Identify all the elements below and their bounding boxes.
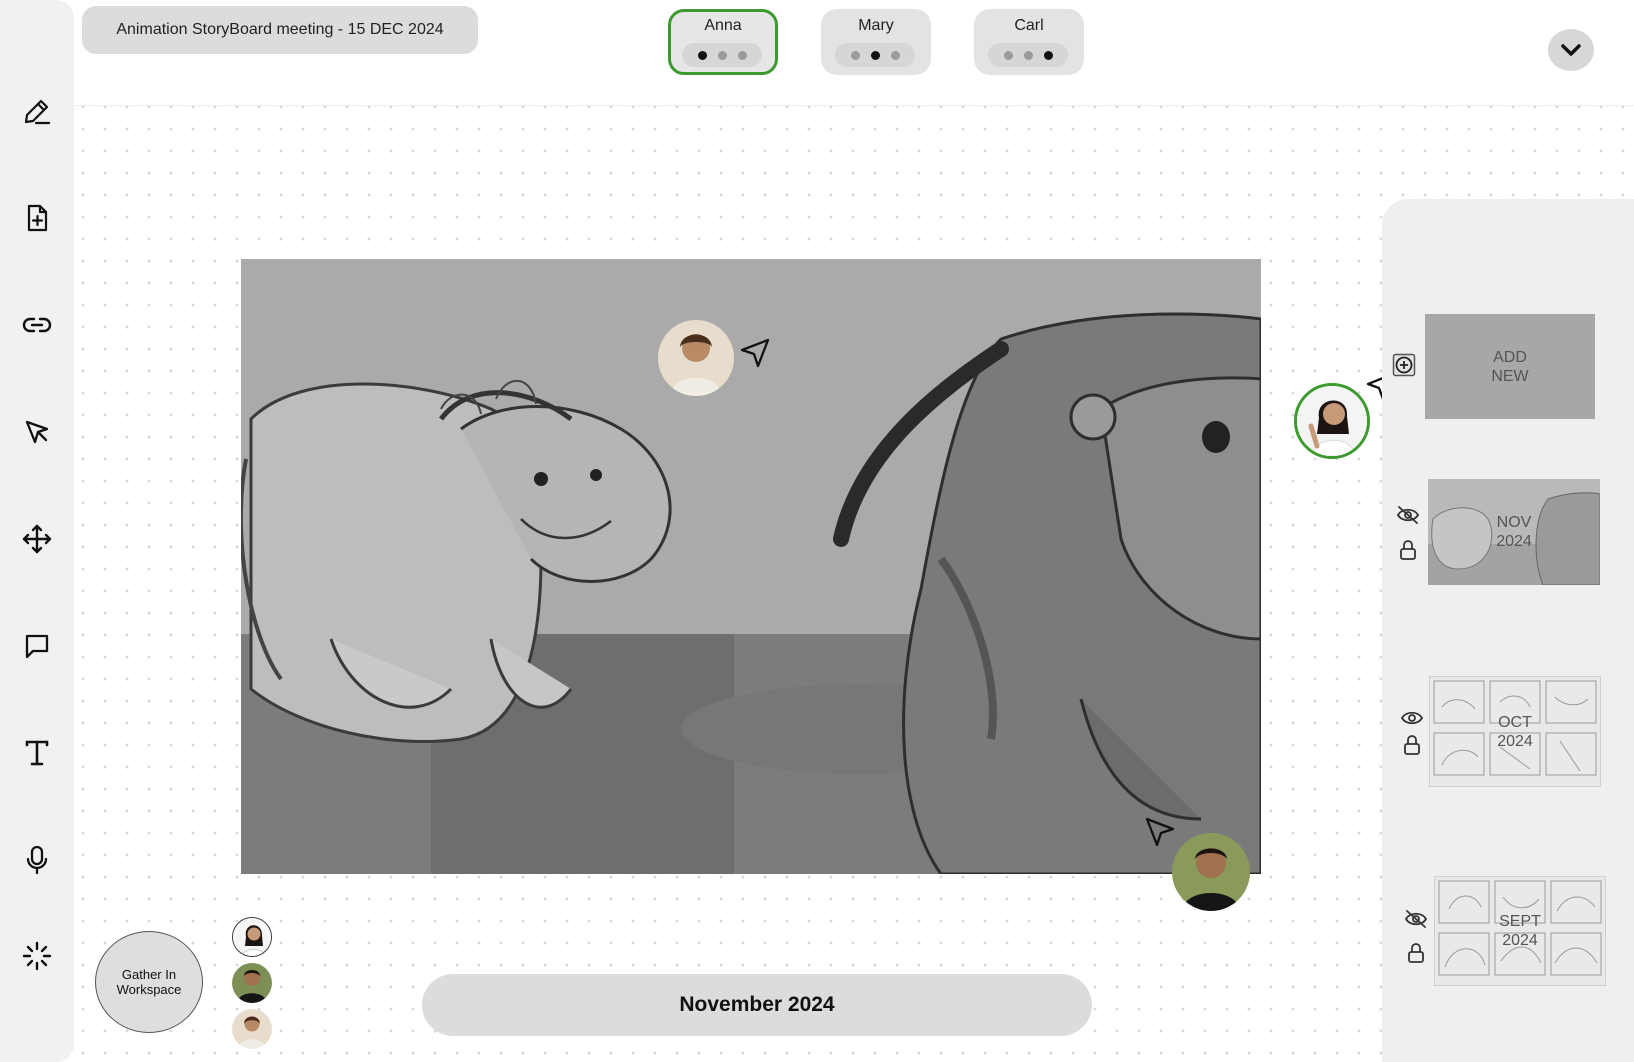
eye-off-icon xyxy=(1404,910,1428,928)
link-tool-button[interactable] xyxy=(17,305,57,345)
link-icon xyxy=(22,317,52,333)
microphone-tool-button[interactable] xyxy=(17,840,57,880)
add-new-board-button[interactable]: ADD NEW xyxy=(1425,314,1595,419)
collaborator-avatar-mary xyxy=(658,320,734,396)
collaborator-avatar-anna xyxy=(1294,383,1370,459)
text-tool-button[interactable] xyxy=(17,733,57,773)
participant-mini-avatar-mary[interactable] xyxy=(232,1009,272,1049)
collaborator-avatar-carl xyxy=(1172,833,1250,911)
pen-icon xyxy=(24,99,51,125)
lock-icon xyxy=(1408,943,1424,963)
participant-anna[interactable]: Anna xyxy=(668,9,778,75)
participant-mini-avatar-anna[interactable] xyxy=(232,917,272,957)
eye-off-icon xyxy=(1396,506,1420,524)
participant-status-dots xyxy=(835,43,915,67)
board-thumb-sept-2024[interactable]: SEPT 2024 xyxy=(1434,876,1606,986)
tool-sidebar xyxy=(0,0,74,1062)
board-thumb-oct-2024[interactable]: OCT 2024 xyxy=(1429,676,1601,787)
lock-toggle[interactable] xyxy=(1399,733,1425,757)
participant-mini-avatar-carl[interactable] xyxy=(232,963,272,1003)
lock-icon xyxy=(1400,540,1416,560)
board-label: SEPT 2024 xyxy=(1499,913,1541,949)
comment-tool-button[interactable] xyxy=(17,626,57,666)
gather-button-label: Gather In Workspace xyxy=(116,967,182,997)
add-new-label: ADD NEW xyxy=(1491,348,1529,385)
lock-icon xyxy=(1404,735,1420,755)
participant-carl[interactable]: Carl xyxy=(974,9,1084,75)
text-t-icon xyxy=(25,740,49,766)
plus-square-icon[interactable] xyxy=(1392,353,1416,377)
board-label: NOV 2024 xyxy=(1496,514,1532,550)
microphone-icon xyxy=(26,845,48,875)
loading-indicator xyxy=(17,936,57,976)
visibility-toggle[interactable] xyxy=(1403,907,1429,931)
chevron-down-icon xyxy=(1561,44,1581,56)
participant-name: Carl xyxy=(1014,17,1044,34)
meeting-title: Animation StoryBoard meeting - 15 DEC 20… xyxy=(82,6,478,54)
eye-icon xyxy=(1400,711,1424,725)
board-label: OCT 2024 xyxy=(1497,713,1533,750)
select-tool-button[interactable] xyxy=(17,412,57,452)
cursor-arrow-icon xyxy=(1145,817,1175,847)
participant-status-dots xyxy=(988,43,1068,67)
lock-toggle[interactable] xyxy=(1403,941,1429,965)
pen-tool-button[interactable] xyxy=(17,91,57,131)
move-tool-button[interactable] xyxy=(17,519,57,559)
participant-name: Anna xyxy=(704,17,742,34)
current-board-month-label: November 2024 xyxy=(422,974,1092,1036)
visibility-toggle[interactable] xyxy=(1395,503,1421,527)
participant-mary[interactable]: Mary xyxy=(821,9,931,75)
move-arrows-icon xyxy=(22,524,52,554)
participant-name: Mary xyxy=(858,17,894,34)
collapse-button[interactable] xyxy=(1548,29,1594,71)
cursor-arrow-icon xyxy=(740,338,770,368)
speech-bubble-icon xyxy=(25,634,49,659)
loader-icon xyxy=(22,941,52,971)
board-thumb-nov-2024[interactable]: NOV 2024 xyxy=(1428,479,1600,585)
participant-status-dots xyxy=(682,43,762,67)
gather-in-workspace-button[interactable]: Gather In Workspace xyxy=(95,931,203,1033)
cursor-arrow-icon xyxy=(25,420,49,444)
visibility-toggle[interactable] xyxy=(1399,706,1425,730)
file-plus-icon xyxy=(27,204,48,232)
lock-toggle[interactable] xyxy=(1395,538,1421,562)
add-file-button[interactable] xyxy=(17,198,57,238)
